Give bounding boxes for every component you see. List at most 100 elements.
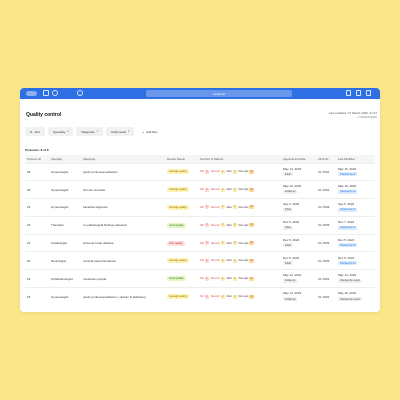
appointment-date: May 14, 2024 (283, 273, 302, 278)
noncritical-count: 2 (220, 205, 225, 210)
defects-cell: Crit 1 Non-crit 2 Med 1 Non-rept 10 (198, 233, 281, 252)
column-header[interactable]: Appointment Date (281, 155, 316, 163)
table-row[interactable]: 19 Ophthalmologist moderate myopia Good qua… (25, 269, 375, 288)
review-cell: Poor quality (165, 233, 198, 252)
appointment-cell: May 14, 2024 Follow-up (281, 287, 316, 306)
last-modified-date: May 16, 2024 (338, 291, 357, 296)
critical-label: Crit (200, 241, 204, 245)
nonreported-count: 10 (249, 276, 254, 281)
column-header[interactable]: Diagnosis (81, 155, 165, 163)
critical-count: 1 (204, 241, 209, 246)
share-icon[interactable] (346, 90, 351, 96)
noncritical-count: 2 (220, 223, 225, 228)
last-modified-date: Dec 5, 2024 (338, 255, 355, 260)
table-row[interactable]: 22 Therapist no pathological findings dete… (25, 215, 375, 235)
column-header[interactable]: Last Modified (336, 155, 375, 163)
chevron-down-icon: ▾ (127, 130, 130, 133)
appointment-type-tag: Initial (283, 243, 293, 248)
checked-status-badge: Checked by AI (338, 225, 358, 230)
browser-toolbar: localhost (20, 88, 380, 99)
table-row[interactable]: 21 Cardiologist ischemic heart disease Poor… (25, 233, 375, 252)
nonreported-label: Non-rept (238, 241, 249, 245)
back-icon[interactable] (52, 90, 58, 96)
table-row[interactable]: 23 Gynecologist bacterial vaginosis Average… (25, 198, 375, 217)
protocol-id: 25 (25, 180, 49, 199)
appointment-date: May 14, 2024 (283, 184, 302, 189)
protocol-id: 18 (25, 287, 49, 306)
column-header[interactable]: Number of Defects (198, 155, 281, 163)
unreviewed-count: 1 UNREVIEWED (357, 115, 377, 119)
table-row[interactable]: 18 Gynecologist pelvic peritoneal adhesion… (25, 287, 375, 306)
clinic-id: KL-7001 (316, 269, 336, 288)
column-header[interactable]: Clinic ID (316, 155, 336, 163)
audit-result-filter[interactable]: Audit result ▾ (105, 127, 135, 136)
table-row[interactable]: 25 Gynecologist chronic cervicitis Average … (25, 180, 375, 199)
critical-label: Crit (200, 259, 204, 263)
review-badge: Average quality (167, 258, 189, 264)
nonreported-label: Non-rept (238, 188, 249, 192)
checked-status-badge: Checked by AI (338, 243, 358, 248)
specialty: Gynecologist (49, 162, 81, 181)
medium-count: 1 (232, 241, 237, 246)
table-row[interactable]: 20 Neurologist cervical osteochondrosis Ave… (25, 251, 375, 270)
specialty: Cardiologist (49, 233, 81, 252)
review-cell: Good quality (165, 215, 198, 235)
filter-bar: ⇅ Sort Specialty ▾ Diagnosis ▾ Audit res… (25, 127, 163, 136)
noncritical-label: Non-crit (210, 205, 220, 209)
specialty-filter[interactable]: Specialty ▾ (48, 127, 74, 136)
modified-cell: May 16, 2024 Checked by AI (336, 162, 375, 181)
column-header[interactable]: Protocol ID (25, 155, 49, 163)
nonreported-label: Non-rept (238, 295, 249, 299)
appointment-cell: Dec 5, 2024 Initial (281, 215, 316, 235)
appointment-date: May 14, 2024 (283, 166, 302, 171)
review-badge: Good quality (167, 276, 186, 282)
clinic-id: KL-7003 (316, 233, 336, 252)
review-badge: Average quality (167, 204, 189, 210)
noncritical-count: 2 (220, 276, 225, 281)
specialty-filter-label: Specialty (53, 129, 66, 134)
address-bar[interactable]: localhost (146, 90, 292, 97)
clinic-id: KL-7003 (316, 251, 336, 270)
clinic-id: KL-7003 (316, 215, 336, 235)
appointment-cell: May 14, 2024 Follow-up (281, 180, 316, 199)
nonreported-count: 10 (249, 187, 254, 192)
defects-cell: Crit 1 Non-crit 2 Med 1 Non-rept 10 (198, 215, 281, 235)
sidebar-toggle-icon[interactable] (43, 90, 49, 96)
last-updated: Last updated: 27 March 2025, 21:37 1 UNR… (329, 111, 377, 119)
diagnosis: no pathological findings detected (81, 215, 165, 235)
checked-status-badge: Checked by AI (338, 172, 358, 177)
column-header[interactable]: Specialty (49, 155, 81, 163)
review-badge: Average quality (167, 187, 189, 193)
critical-count: 1 (204, 223, 209, 228)
table-row[interactable]: 28 Gynecologist pelvic peritoneal adhesion… (25, 162, 375, 181)
diagnosis-filter[interactable]: Diagnosis ▾ (76, 127, 103, 136)
medium-label: Med (226, 223, 232, 227)
medium-label: Med (226, 241, 232, 245)
appointment-cell: Dec 5, 2024 Initial (281, 233, 316, 252)
column-header[interactable]: Review Result (165, 155, 198, 163)
critical-label: Crit (200, 205, 204, 209)
tabs-overview-icon[interactable] (366, 90, 371, 96)
medium-count: 1 (232, 169, 237, 174)
noncritical-label: Non-crit (210, 241, 220, 245)
add-filter-button[interactable]: + Add filter (137, 127, 163, 136)
clinic-id: KL-7001 (316, 287, 336, 306)
window-controls[interactable] (26, 91, 37, 96)
review-cell: Average quality (165, 251, 198, 270)
new-tab-icon[interactable] (356, 90, 361, 96)
diagnosis: pelvic peritoneal adhesion, vitamin D de… (81, 287, 165, 306)
diagnosis-filter-label: Diagnosis (81, 129, 95, 134)
clinic-id: KL-7002 (316, 198, 336, 217)
nonreported-label: Non-rept (238, 223, 249, 227)
medium-label: Med (226, 295, 232, 299)
sort-button[interactable]: ⇅ Sort (25, 127, 46, 136)
medium-count: 1 (232, 258, 237, 263)
critical-count: 1 (204, 205, 209, 210)
diagnosis: cervical osteochondrosis (81, 251, 165, 270)
profile-icon[interactable] (77, 90, 83, 96)
nonreported-count: 10 (249, 169, 254, 174)
chevron-down-icon: ▾ (67, 130, 69, 133)
medium-count: 1 (232, 187, 237, 192)
noncritical-label: Non-crit (210, 295, 220, 299)
nonreported-label: Non-rept (238, 170, 249, 174)
